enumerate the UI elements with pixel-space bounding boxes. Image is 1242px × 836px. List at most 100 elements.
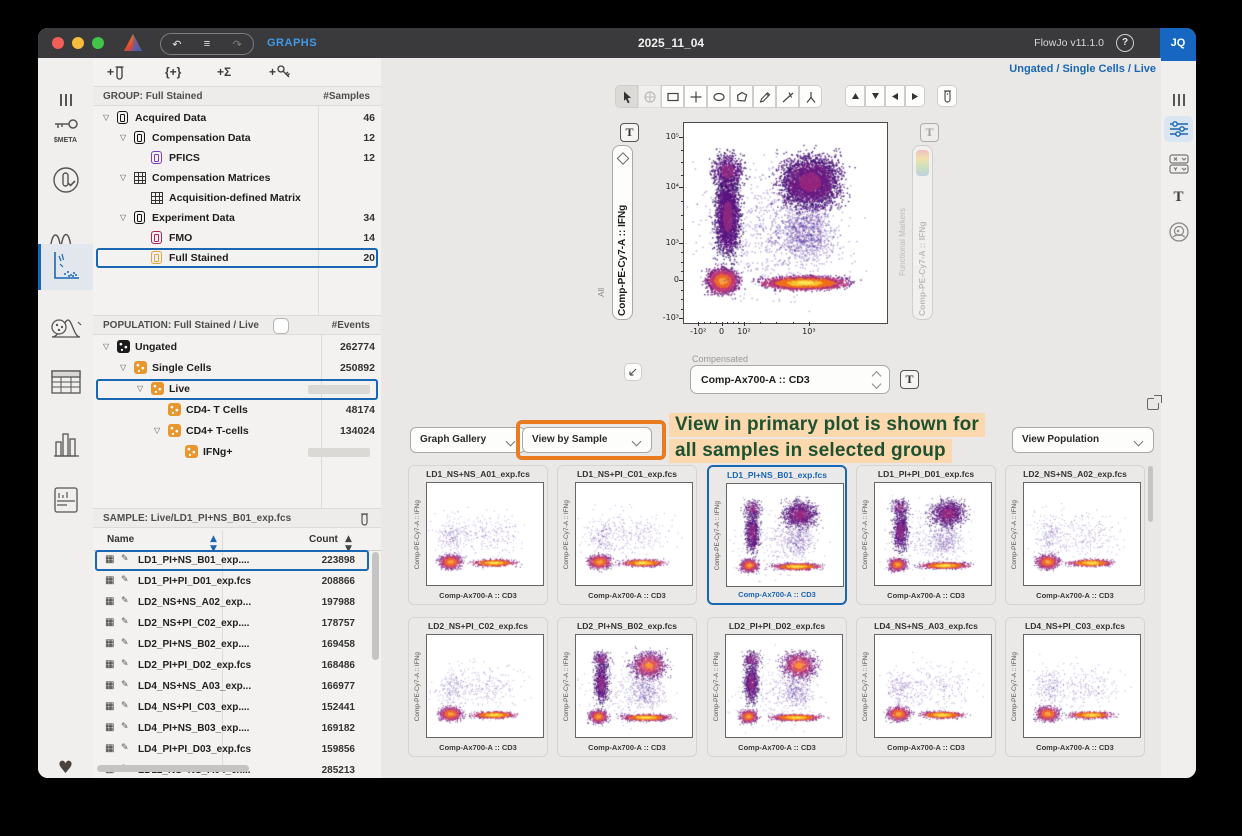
gallery-thumbnail[interactable]: LD4_NS+PI_C03_exp.fcsComp-PE-Cy7-A :: IF… xyxy=(1005,617,1145,757)
sample-row[interactable]: ▦✎LD1_PI+PI_D01_exp.fcs208866 xyxy=(93,571,381,592)
favorites-heart-icon[interactable]: ♥ xyxy=(58,758,73,778)
bisector-gate-button[interactable] xyxy=(776,85,799,108)
tree-row[interactable]: IFNg+ xyxy=(93,442,381,462)
nav-down-button[interactable] xyxy=(865,85,885,107)
menu-icon[interactable]: ≡ xyxy=(204,38,210,50)
gallery-thumbnail[interactable]: LD1_PI+PI_D01_exp.fcsComp-PE-Cy7-A :: IF… xyxy=(856,465,996,605)
minimize-window-button[interactable] xyxy=(72,37,84,49)
x-axis-parameter-combo[interactable]: Comp-Ax700-A :: CD3 xyxy=(690,365,890,394)
redo-icon[interactable]: ↷ xyxy=(233,38,242,51)
disclosure-triangle-icon[interactable]: ▽ xyxy=(120,363,126,372)
population-events-column-header[interactable]: #Events xyxy=(332,320,370,331)
tree-row[interactable]: ▽Ungated262774 xyxy=(93,337,381,357)
tree-row[interactable]: ▽Acquired Data46 xyxy=(93,108,381,128)
disclosure-triangle-icon[interactable]: ▽ xyxy=(120,173,126,182)
add-sample-button[interactable]: + xyxy=(107,61,125,83)
report-icon[interactable] xyxy=(53,486,79,514)
gallery-thumbnail[interactable]: LD1_PI+NS_B01_exp.fcsComp-PE-Cy7-A :: IF… xyxy=(707,465,847,605)
view-by-dropdown[interactable]: View by Sample xyxy=(522,427,652,453)
qc-tube-icon[interactable] xyxy=(52,166,80,194)
sample-tube-icon[interactable] xyxy=(360,512,369,526)
tree-row[interactable]: CD4- T Cells48174 xyxy=(93,400,381,420)
disclosure-triangle-icon[interactable]: ▽ xyxy=(103,113,109,122)
tree-row[interactable]: ▽Live xyxy=(93,379,381,399)
trisector-gate-button[interactable] xyxy=(799,85,822,108)
text-annotation-icon[interactable]: T xyxy=(1173,189,1183,206)
cell-population-icon[interactable] xyxy=(50,310,82,340)
tree-row[interactable]: ▽Experiment Data34 xyxy=(93,208,381,228)
tree-row[interactable]: PFICS12 xyxy=(93,148,381,168)
nav-up-button[interactable] xyxy=(845,85,865,107)
resize-plot-icon[interactable] xyxy=(624,363,642,381)
quad-gate-button[interactable] xyxy=(684,85,707,108)
add-statistic-button[interactable]: +Σ xyxy=(217,61,231,83)
thumbnail-plot-canvas[interactable] xyxy=(575,634,693,738)
view-population-dropdown[interactable]: View Population xyxy=(1012,427,1154,453)
disclosure-triangle-icon[interactable]: ▽ xyxy=(120,133,126,142)
name-column-header[interactable]: Name xyxy=(107,534,134,545)
plot-options-sliders-icon[interactable] xyxy=(1169,120,1189,138)
sample-row[interactable]: ▦✎LD1_PI+NS_B01_exp....223898 xyxy=(93,550,381,571)
graph-gallery-dropdown[interactable]: Graph Gallery xyxy=(410,427,526,453)
table-editor-icon[interactable] xyxy=(51,370,81,394)
group-samples-column-header[interactable]: #Samples xyxy=(323,91,370,102)
sample-vertical-scrollbar[interactable] xyxy=(372,552,379,660)
disclosure-triangle-icon[interactable]: ▽ xyxy=(137,384,143,393)
sample-row[interactable]: ▦✎LD4_PI+PI_D03_exp.fcs159856 xyxy=(93,739,381,760)
graph-window-icon[interactable] xyxy=(51,250,81,282)
rectangle-gate-button[interactable] xyxy=(661,85,684,108)
thumbnail-plot-canvas[interactable] xyxy=(426,482,544,586)
thumbnail-plot-canvas[interactable] xyxy=(725,634,843,738)
thumbnail-plot-canvas[interactable] xyxy=(874,634,992,738)
thumbnail-plot-canvas[interactable] xyxy=(726,483,844,587)
pointer-tool-button[interactable] xyxy=(615,85,638,108)
sample-row[interactable]: ▦✎LD2_NS+NS_A02_exp...197988 xyxy=(93,592,381,613)
gallery-thumbnail[interactable]: LD1_NS+PI_C01_exp.fcsComp-PE-Cy7-A :: IF… xyxy=(557,465,697,605)
sample-row[interactable]: ▦✎LD4_NS+PI_C03_exp....152441 xyxy=(93,697,381,718)
ellipse-gate-button[interactable] xyxy=(707,85,730,108)
gallery-scrollbar[interactable] xyxy=(1148,466,1153,522)
add-group-button[interactable]: {+} xyxy=(165,61,181,83)
sample-tube-toggle-button[interactable] xyxy=(937,85,957,107)
tree-row[interactable]: Full Stained20 xyxy=(93,248,381,268)
collapse-right-panel-icon[interactable] xyxy=(1173,94,1185,106)
disclosure-triangle-icon[interactable]: ▽ xyxy=(120,213,126,222)
population-checkbox[interactable] xyxy=(273,318,289,334)
count-column-header[interactable]: Count xyxy=(309,534,338,545)
tree-row[interactable]: ▽Single Cells250892 xyxy=(93,358,381,378)
thumbnail-plot-canvas[interactable] xyxy=(1023,634,1141,738)
quadrant-circle-gate-button[interactable] xyxy=(638,85,661,108)
thumbnail-plot-canvas[interactable] xyxy=(874,482,992,586)
sample-row[interactable]: ▦✎LD4_NS+NS_A03_exp...166977 xyxy=(93,676,381,697)
sample-row[interactable]: ▦✎LD2_PI+NS_B02_exp....169458 xyxy=(93,634,381,655)
tree-row[interactable]: ▽CD4+ T-cells134024 xyxy=(93,421,381,441)
thumbnail-plot-canvas[interactable] xyxy=(1023,482,1141,586)
nav-right-button[interactable] xyxy=(905,85,925,107)
axis-selector-icon[interactable] xyxy=(1169,153,1189,175)
gate-badge-icon[interactable] xyxy=(1168,221,1190,243)
y-axis-text-button[interactable]: T xyxy=(620,123,639,142)
gallery-thumbnail[interactable]: LD2_PI+NS_B02_exp.fcsComp-PE-Cy7-A :: IF… xyxy=(557,617,697,757)
polygon-gate-button[interactable] xyxy=(730,85,753,108)
tree-row[interactable]: ▽Compensation Matrices xyxy=(93,168,381,188)
breadcrumb[interactable]: Ungated / Single Cells / Live xyxy=(1009,63,1156,75)
disclosure-triangle-icon[interactable]: ▽ xyxy=(103,342,109,351)
gallery-thumbnail[interactable]: LD1_NS+NS_A01_exp.fcsComp-PE-Cy7-A :: IF… xyxy=(408,465,548,605)
tree-row[interactable]: Acquisition-defined Matrix xyxy=(93,188,381,208)
popout-gallery-icon[interactable] xyxy=(1147,398,1159,410)
disclosure-triangle-icon[interactable]: ▽ xyxy=(154,426,160,435)
tree-row[interactable]: ▽Compensation Data12 xyxy=(93,128,381,148)
gallery-thumbnail[interactable]: LD2_NS+PI_C02_exp.fcsComp-PE-Cy7-A :: IF… xyxy=(408,617,548,757)
thumbnail-plot-canvas[interactable] xyxy=(426,634,544,738)
pencil-gate-button[interactable] xyxy=(753,85,776,108)
add-keyword-button[interactable]: + xyxy=(269,61,292,83)
user-avatar[interactable]: JQ xyxy=(1160,28,1196,58)
help-icon[interactable]: ? xyxy=(1116,34,1134,52)
nav-left-button[interactable] xyxy=(885,85,905,107)
x-axis-text-button[interactable]: T xyxy=(900,370,919,389)
zoom-window-button[interactable] xyxy=(92,37,104,49)
primary-plot-canvas[interactable] xyxy=(684,123,885,321)
thumbnail-plot-canvas[interactable] xyxy=(575,482,693,586)
close-window-button[interactable] xyxy=(52,37,64,49)
gallery-thumbnail[interactable]: LD4_NS+NS_A03_exp.fcsComp-PE-Cy7-A :: IF… xyxy=(856,617,996,757)
